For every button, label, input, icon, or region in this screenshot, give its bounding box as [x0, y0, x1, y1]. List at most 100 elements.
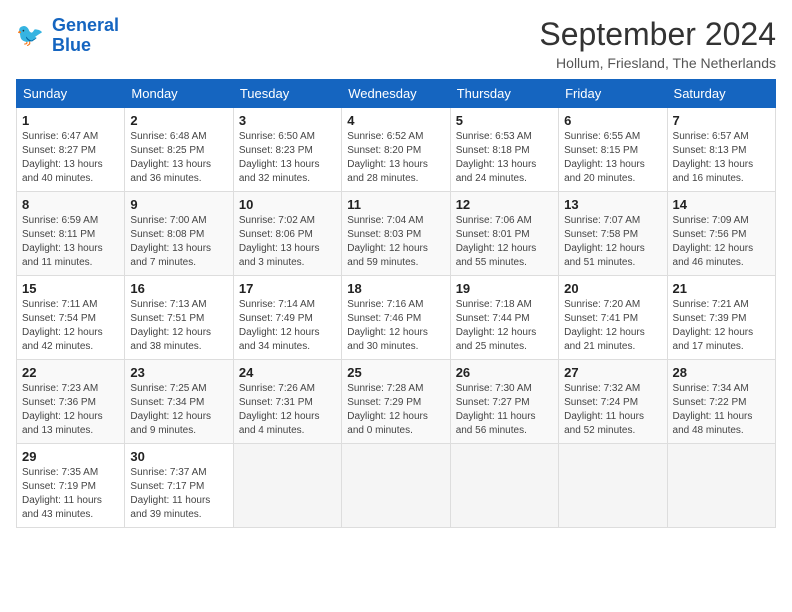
- table-row: 15 Sunrise: 7:11 AMSunset: 7:54 PMDayligh…: [17, 276, 125, 360]
- header-thursday: Thursday: [450, 80, 558, 108]
- month-title: September 2024: [539, 16, 776, 53]
- table-row: 18 Sunrise: 7:16 AMSunset: 7:46 PMDayligh…: [342, 276, 450, 360]
- logo-icon: 🐦: [16, 20, 48, 52]
- table-row: 3 Sunrise: 6:50 AMSunset: 8:23 PMDaylight…: [233, 108, 341, 192]
- day-number: 19: [456, 281, 553, 296]
- day-info: Sunrise: 7:00 AMSunset: 8:08 PMDaylight:…: [130, 214, 227, 270]
- day-info: Sunrise: 6:50 AMSunset: 8:23 PMDaylight:…: [239, 130, 336, 186]
- day-info: Sunrise: 7:20 AMSunset: 7:41 PMDaylight:…: [564, 298, 661, 354]
- header-tuesday: Tuesday: [233, 80, 341, 108]
- day-info: Sunrise: 7:07 AMSunset: 7:58 PMDaylight:…: [564, 214, 661, 270]
- table-row: [667, 444, 775, 528]
- day-info: Sunrise: 7:11 AMSunset: 7:54 PMDaylight:…: [22, 298, 119, 354]
- table-row: 12 Sunrise: 7:06 AMSunset: 8:01 PMDayligh…: [450, 192, 558, 276]
- day-number: 18: [347, 281, 444, 296]
- day-info: Sunrise: 7:13 AMSunset: 7:51 PMDaylight:…: [130, 298, 227, 354]
- day-number: 12: [456, 197, 553, 212]
- day-number: 14: [673, 197, 770, 212]
- table-row: 1 Sunrise: 6:47 AMSunset: 8:27 PMDaylight…: [17, 108, 125, 192]
- table-row: 9 Sunrise: 7:00 AMSunset: 8:08 PMDaylight…: [125, 192, 233, 276]
- table-row: 25Sunrise: 7:28 AMSunset: 7:29 PMDayligh…: [342, 360, 450, 444]
- table-row: 30 Sunrise: 7:37 AMSunset: 7:17 PMDayligh…: [125, 444, 233, 528]
- day-number: 17: [239, 281, 336, 296]
- table-row: 10 Sunrise: 7:02 AMSunset: 8:06 PMDayligh…: [233, 192, 341, 276]
- table-row: [559, 444, 667, 528]
- day-info: Sunrise: 6:47 AMSunset: 8:27 PMDaylight:…: [22, 130, 119, 186]
- calendar-week-row: 22Sunrise: 7:23 AMSunset: 7:36 PMDayligh…: [17, 360, 776, 444]
- table-row: [233, 444, 341, 528]
- location: Hollum, Friesland, The Netherlands: [539, 55, 776, 71]
- calendar-week-row: 15 Sunrise: 7:11 AMSunset: 7:54 PMDayligh…: [17, 276, 776, 360]
- header-monday: Monday: [125, 80, 233, 108]
- day-info: Sunrise: 7:21 AMSunset: 7:39 PMDaylight:…: [673, 298, 770, 354]
- calendar-week-row: 1 Sunrise: 6:47 AMSunset: 8:27 PMDaylight…: [17, 108, 776, 192]
- day-number: 7: [673, 113, 770, 128]
- logo-line2: Blue: [52, 35, 91, 55]
- table-row: 23Sunrise: 7:25 AMSunset: 7:34 PMDayligh…: [125, 360, 233, 444]
- table-row: 26 Sunrise: 7:30 AMSunset: 7:27 PMDayligh…: [450, 360, 558, 444]
- day-number: 4: [347, 113, 444, 128]
- day-number: 28: [673, 365, 770, 380]
- calendar-week-row: 29 Sunrise: 7:35 AMSunset: 7:19 PMDayligh…: [17, 444, 776, 528]
- table-row: 20 Sunrise: 7:20 AMSunset: 7:41 PMDayligh…: [559, 276, 667, 360]
- table-row: 11 Sunrise: 7:04 AMSunset: 8:03 PMDayligh…: [342, 192, 450, 276]
- day-info: Sunrise: 7:16 AMSunset: 7:46 PMDaylight:…: [347, 298, 444, 354]
- day-number: 22: [22, 365, 119, 380]
- day-info: Sunrise: 7:37 AMSunset: 7:17 PMDaylight:…: [130, 466, 227, 522]
- header-sunday: Sunday: [17, 80, 125, 108]
- title-area: September 2024 Hollum, Friesland, The Ne…: [539, 16, 776, 71]
- day-number: 8: [22, 197, 119, 212]
- day-number: 9: [130, 197, 227, 212]
- day-number: 5: [456, 113, 553, 128]
- day-number: 11: [347, 197, 444, 212]
- day-number: 27: [564, 365, 661, 380]
- header-friday: Friday: [559, 80, 667, 108]
- page-header: 🐦 General Blue September 2024 Hollum, Fr…: [16, 16, 776, 71]
- day-info: Sunrise: 6:53 AMSunset: 8:18 PMDaylight:…: [456, 130, 553, 186]
- table-row: 22Sunrise: 7:23 AMSunset: 7:36 PMDayligh…: [17, 360, 125, 444]
- day-number: 16: [130, 281, 227, 296]
- table-row: 7Sunrise: 6:57 AMSunset: 8:13 PMDaylight…: [667, 108, 775, 192]
- day-info: Sunrise: 6:48 AMSunset: 8:25 PMDaylight:…: [130, 130, 227, 186]
- logo-line1: General: [52, 15, 119, 35]
- day-info: Sunrise: 7:04 AMSunset: 8:03 PMDaylight:…: [347, 214, 444, 270]
- day-info: Sunrise: 7:30 AMSunset: 7:27 PMDaylight:…: [456, 382, 553, 438]
- day-number: 20: [564, 281, 661, 296]
- day-number: 10: [239, 197, 336, 212]
- day-info: Sunrise: 7:35 AMSunset: 7:19 PMDaylight:…: [22, 466, 119, 522]
- table-row: 2 Sunrise: 6:48 AMSunset: 8:25 PMDaylight…: [125, 108, 233, 192]
- svg-text:🐦: 🐦: [16, 22, 44, 47]
- day-number: 29: [22, 449, 119, 464]
- table-row: 4 Sunrise: 6:52 AMSunset: 8:20 PMDaylight…: [342, 108, 450, 192]
- calendar-week-row: 8Sunrise: 6:59 AMSunset: 8:11 PMDaylight…: [17, 192, 776, 276]
- day-info: Sunrise: 7:06 AMSunset: 8:01 PMDaylight:…: [456, 214, 553, 270]
- table-row: 5 Sunrise: 6:53 AMSunset: 8:18 PMDaylight…: [450, 108, 558, 192]
- table-row: 28 Sunrise: 7:34 AMSunset: 7:22 PMDayligh…: [667, 360, 775, 444]
- day-info: Sunrise: 7:34 AMSunset: 7:22 PMDaylight:…: [673, 382, 770, 438]
- calendar-header-row: Sunday Monday Tuesday Wednesday Thursday…: [17, 80, 776, 108]
- day-number: 15: [22, 281, 119, 296]
- day-info: Sunrise: 6:52 AMSunset: 8:20 PMDaylight:…: [347, 130, 444, 186]
- calendar-table: Sunday Monday Tuesday Wednesday Thursday…: [16, 79, 776, 528]
- day-number: 30: [130, 449, 227, 464]
- day-info: Sunrise: 7:02 AMSunset: 8:06 PMDaylight:…: [239, 214, 336, 270]
- table-row: 29 Sunrise: 7:35 AMSunset: 7:19 PMDayligh…: [17, 444, 125, 528]
- table-row: 16 Sunrise: 7:13 AMSunset: 7:51 PMDayligh…: [125, 276, 233, 360]
- logo-text: General Blue: [52, 16, 119, 56]
- logo: 🐦 General Blue: [16, 16, 119, 56]
- day-number: 1: [22, 113, 119, 128]
- day-info: Sunrise: 7:26 AMSunset: 7:31 PMDaylight:…: [239, 382, 336, 438]
- day-info: Sunrise: 6:55 AMSunset: 8:15 PMDaylight:…: [564, 130, 661, 186]
- table-row: 6Sunrise: 6:55 AMSunset: 8:15 PMDaylight…: [559, 108, 667, 192]
- table-row: 17Sunrise: 7:14 AMSunset: 7:49 PMDayligh…: [233, 276, 341, 360]
- day-number: 26: [456, 365, 553, 380]
- header-saturday: Saturday: [667, 80, 775, 108]
- day-number: 2: [130, 113, 227, 128]
- day-number: 21: [673, 281, 770, 296]
- table-row: 24 Sunrise: 7:26 AMSunset: 7:31 PMDayligh…: [233, 360, 341, 444]
- day-number: 24: [239, 365, 336, 380]
- day-number: 13: [564, 197, 661, 212]
- table-row: 14Sunrise: 7:09 AMSunset: 7:56 PMDayligh…: [667, 192, 775, 276]
- day-info: Sunrise: 7:25 AMSunset: 7:34 PMDaylight:…: [130, 382, 227, 438]
- day-number: 3: [239, 113, 336, 128]
